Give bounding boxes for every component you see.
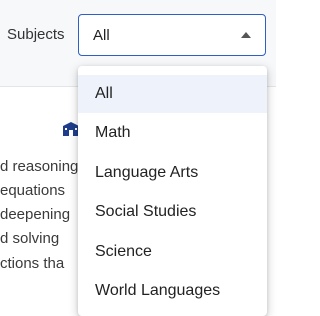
subjects-select-value: All [93, 27, 110, 44]
background-text-line: ctions tha [0, 255, 65, 272]
subjects-select[interactable]: All [78, 14, 266, 56]
menu-option-all[interactable]: All [78, 75, 267, 113]
menu-option-world-languages[interactable]: World Languages [78, 272, 267, 310]
background-text-line: equations [0, 182, 66, 199]
menu-option-language-arts[interactable]: Language Arts [78, 154, 267, 192]
caret-up-icon[interactable] [241, 32, 251, 38]
background-text-line: d reasoning [0, 158, 79, 175]
subjects-dropdown-menu: All Math Language Arts Social Studies Sc… [78, 66, 267, 316]
background-text-line: deepening [0, 206, 71, 223]
menu-option-science[interactable]: Science [78, 233, 267, 271]
menu-option-math[interactable]: Math [78, 114, 267, 152]
menu-option-social-studies[interactable]: Social Studies [78, 193, 267, 231]
subjects-label: Subjects [7, 26, 65, 43]
background-text-line: d solving [0, 230, 60, 247]
